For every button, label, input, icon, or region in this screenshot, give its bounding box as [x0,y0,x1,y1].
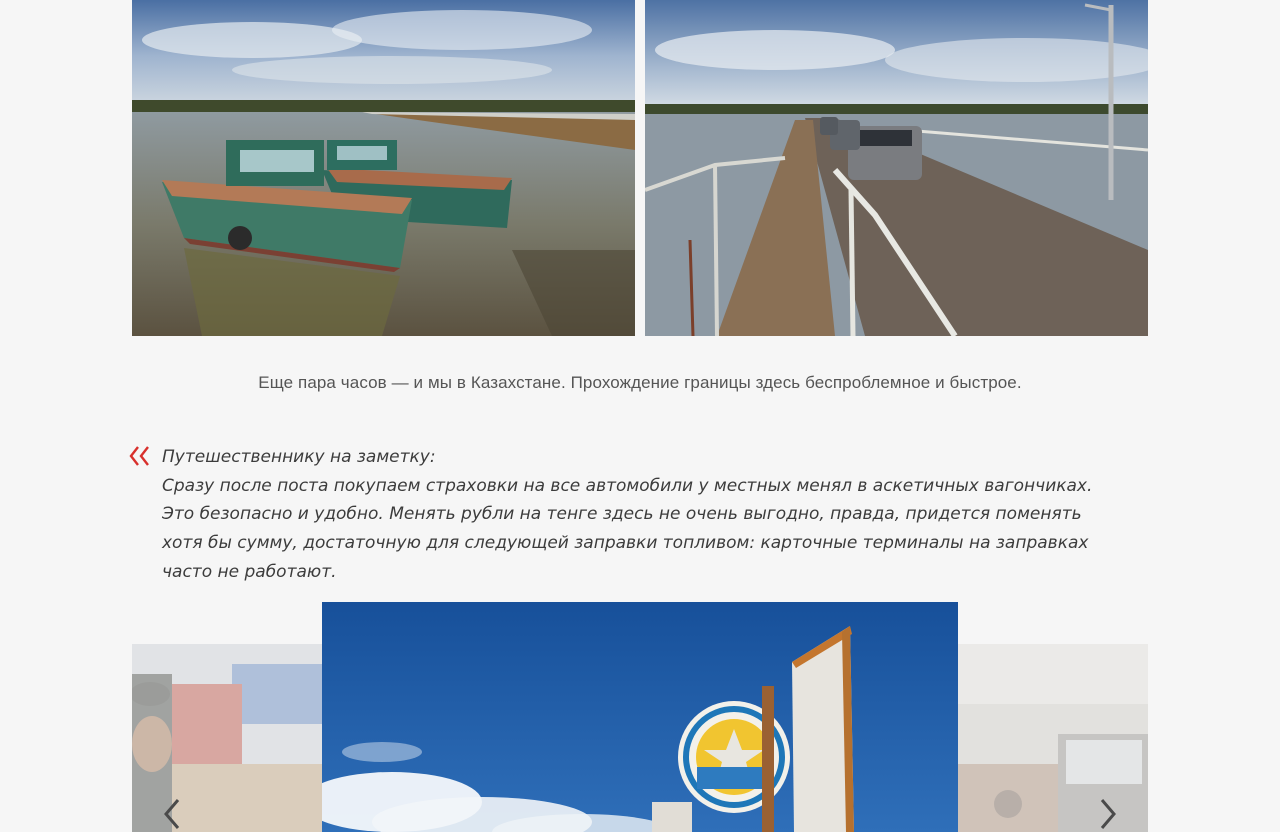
pontoon-bridge-photo[interactable] [645,0,1148,336]
article-page: Еще пара часов — и мы в Казахстане. Прох… [0,0,1280,832]
quote-mark-icon [129,446,149,466]
chevron-left-icon[interactable] [158,794,188,832]
bridge-photo-graphic [645,0,1148,336]
travel-note: Путешественнику на заметку: Сразу после … [162,443,1122,587]
chevron-right-icon[interactable] [1092,794,1122,832]
photo-caption: Еще пара часов — и мы в Казахстане. Прох… [258,373,1022,392]
travel-note-line: Это безопасно и удобно. Менять рубли на … [162,504,1082,525]
boats-photo-graphic [132,0,635,336]
kazakhstan-sign-photo-graphic [322,602,958,832]
travel-note-heading: Путешественнику на заметку: [162,447,436,467]
photo-carousel [132,602,1148,832]
travel-note-line: Сразу после поста покупаем страховки на … [162,475,1093,496]
travel-note-line: хотя бы сумму, достаточную для следующей… [162,533,1089,554]
boats-on-river-photo[interactable] [132,0,635,336]
carousel-slide-active[interactable] [322,602,958,832]
travel-note-line: часто не работают. [162,561,337,582]
